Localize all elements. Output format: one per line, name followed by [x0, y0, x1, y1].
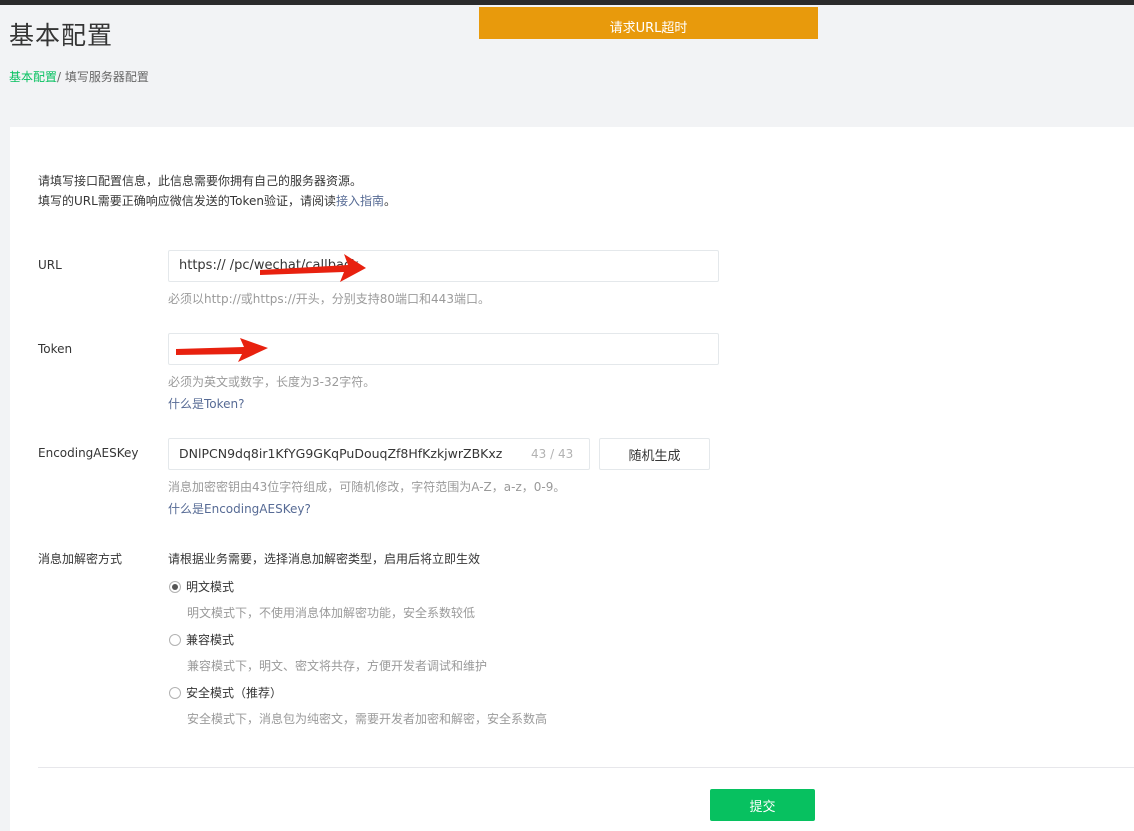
aes-label: EncodingAESKey: [38, 446, 139, 460]
radio-compatible-desc: 兼容模式下，明文、密文将共存，方便开发者调试和维护: [187, 659, 488, 673]
radio-plaintext-desc: 明文模式下，不使用消息体加解密功能，安全系数较低: [187, 606, 476, 620]
token-hint: 必须为英文或数字，长度为3-32字符。: [168, 375, 376, 389]
intro-text: 请填写接口配置信息，此信息需要你拥有自己的服务器资源。 填写的URL需要正确响应…: [38, 171, 396, 211]
token-help-link[interactable]: 什么是Token?: [168, 395, 245, 412]
error-toast: 请求URL超时: [479, 7, 818, 39]
radio-secure-indicator[interactable]: [169, 686, 181, 699]
radio-compatible-mode[interactable]: 兼容模式: [169, 631, 234, 648]
breadcrumb-link-basic-config[interactable]: 基本配置: [9, 70, 57, 84]
radio-secure-mode[interactable]: 安全模式（推荐）: [169, 684, 282, 701]
aes-key-value: DNlPCN9dq8ir1KfYG9GKqPuDouqZf8HfKzkjwrZB…: [179, 446, 503, 461]
url-input[interactable]: https:// /pc/wechat/callback: [168, 250, 719, 282]
encryption-label: 消息加解密方式: [38, 552, 123, 566]
radio-plaintext-label: 明文模式: [186, 580, 235, 594]
window-top-border: [0, 0, 1134, 5]
radio-compatible-label: 兼容模式: [186, 633, 235, 647]
token-label: Token: [38, 342, 73, 356]
random-generate-button[interactable]: 随机生成: [599, 438, 710, 470]
intro-line-1: 请填写接口配置信息，此信息需要你拥有自己的服务器资源。: [38, 174, 363, 188]
token-redaction-arrow: [176, 338, 268, 362]
breadcrumb-current: 填写服务器配置: [61, 70, 149, 84]
access-guide-link[interactable]: 接入指南: [336, 194, 384, 208]
url-label: URL: [38, 258, 62, 272]
aes-help-link[interactable]: 什么是EncodingAESKey?: [168, 500, 311, 517]
radio-plaintext-indicator[interactable]: [169, 580, 181, 593]
intro-line-2-suffix: 。: [383, 194, 396, 208]
encryption-description: 请根据业务需要，选择消息加解密类型，启用后将立即生效: [168, 552, 481, 566]
intro-line-2-prefix: 填写的URL需要正确响应微信发送的Token验证，请阅读: [38, 194, 336, 208]
aes-hint: 消息加密密钥由43位字符组成，可随机修改，字符范围为A-Z，a-z，0-9。: [168, 480, 566, 494]
url-hint: 必须以http://或https://开头，分别支持80端口和443端口。: [168, 292, 490, 306]
intro-line-2: 填写的URL需要正确响应微信发送的Token验证，请阅读接入指南。: [38, 191, 396, 211]
radio-secure-desc: 安全模式下，消息包为纯密文，需要开发者加密和解密，安全系数高: [187, 712, 548, 726]
aes-key-input[interactable]: DNlPCN9dq8ir1KfYG9GKqPuDouqZf8HfKzkjwrZB…: [168, 438, 590, 470]
page-title: 基本配置: [9, 21, 114, 50]
toast-text: 请求URL超时: [609, 21, 688, 36]
submit-button[interactable]: 提交: [710, 789, 815, 821]
radio-secure-label: 安全模式（推荐）: [186, 686, 283, 700]
form-divider: [38, 767, 1134, 768]
config-form-card: 请填写接口配置信息，此信息需要你拥有自己的服务器资源。 填写的URL需要正确响应…: [10, 127, 1134, 831]
url-redaction-arrow: [260, 254, 366, 282]
radio-plaintext-mode[interactable]: 明文模式: [169, 578, 234, 595]
radio-compatible-indicator[interactable]: [169, 633, 181, 646]
breadcrumb: 基本配置/ 填写服务器配置: [9, 68, 149, 85]
aes-char-counter: 43 / 43: [531, 447, 574, 461]
